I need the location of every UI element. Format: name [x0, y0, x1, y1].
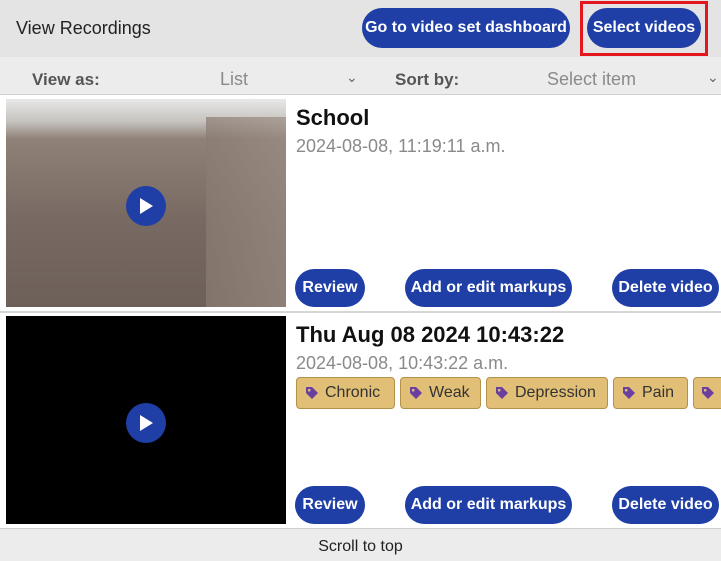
tag-chip[interactable]: Depression: [486, 377, 608, 409]
play-button[interactable]: [126, 186, 166, 226]
tag-icon: [623, 387, 635, 399]
dashboard-button[interactable]: Go to video set dashboard: [362, 8, 570, 48]
page-title: View Recordings: [16, 18, 151, 38]
tag-chip[interactable]: Pain: [613, 377, 688, 409]
tag-label: Chronic: [325, 384, 381, 401]
sort-by-label: Sort by:: [395, 70, 460, 89]
scroll-to-top-link[interactable]: Scroll to top: [0, 538, 721, 556]
tag-label: Pain: [642, 384, 675, 401]
recording-date: 2024-08-08, 10:43:22 a.m.: [296, 353, 509, 373]
markups-button[interactable]: Add or edit markups: [405, 269, 572, 307]
delete-video-button[interactable]: Delete video: [612, 486, 719, 524]
recording-card: School 2024-08-08, 11:19:11 a.m. Review …: [0, 95, 721, 311]
recording-title: School: [296, 105, 370, 130]
recording-date: 2024-08-08, 11:19:11 a.m.: [296, 136, 506, 156]
sort-by-select[interactable]: Select item: [547, 69, 636, 90]
tag-chip[interactable]: [693, 377, 721, 409]
highlight-box: [580, 1, 708, 56]
markups-button[interactable]: Add or edit markups: [405, 486, 572, 524]
chevron-down-icon[interactable]: ⌄: [346, 69, 358, 86]
video-thumbnail[interactable]: [6, 316, 286, 524]
delete-video-button[interactable]: Delete video: [612, 269, 719, 307]
tag-chip[interactable]: Weak: [400, 377, 481, 409]
review-button[interactable]: Review: [295, 486, 365, 524]
video-thumbnail[interactable]: [6, 99, 286, 307]
play-icon: [140, 198, 153, 214]
footer-bar: Scroll to top: [0, 528, 721, 561]
tag-icon: [496, 387, 508, 399]
recording-title: Thu Aug 08 2024 10:43:22: [296, 322, 565, 347]
tag-label: Weak: [429, 384, 470, 401]
recording-card: Thu Aug 08 2024 10:43:22 2024-08-08, 10:…: [0, 313, 721, 527]
play-icon: [140, 415, 153, 431]
review-button[interactable]: Review: [295, 269, 365, 307]
top-bar: View Recordings Go to video set dashboar…: [0, 0, 721, 57]
list-controls: View as: List ⌄ Sort by: Select item ⌄: [0, 57, 721, 95]
tag-label: Depression: [515, 384, 596, 401]
tag-icon: [306, 387, 318, 399]
view-as-select[interactable]: List: [220, 69, 248, 90]
view-as-label: View as:: [32, 70, 100, 89]
tag-icon: [410, 387, 422, 399]
tag-chip[interactable]: Chronic: [296, 377, 395, 409]
tag-icon: [702, 387, 714, 399]
chevron-down-icon[interactable]: ⌄: [707, 69, 719, 86]
play-button[interactable]: [126, 403, 166, 443]
